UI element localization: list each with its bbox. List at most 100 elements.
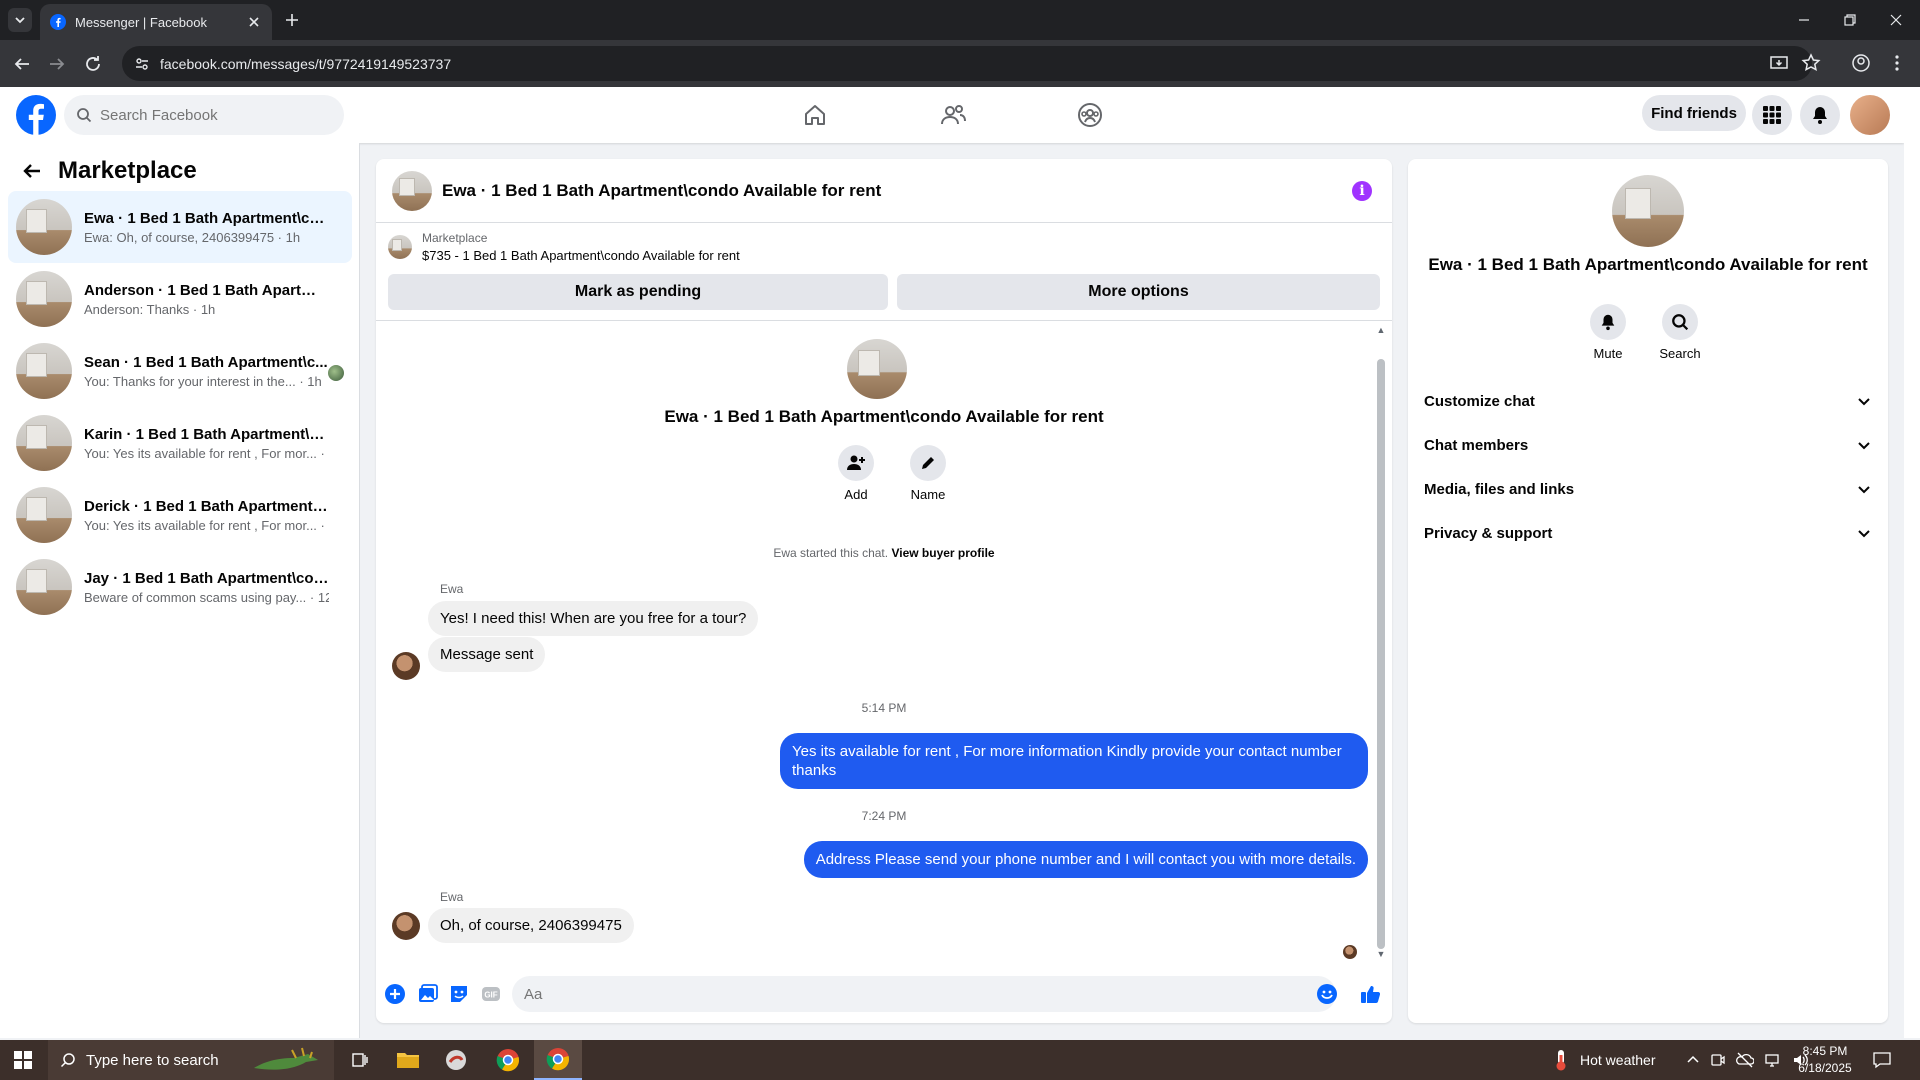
- clock[interactable]: 8:45 PM 6/18/2025: [1780, 1043, 1870, 1077]
- tab-list-button[interactable]: [8, 8, 32, 32]
- home-nav-button[interactable]: [797, 97, 833, 133]
- message-input-box[interactable]: [512, 976, 1336, 1012]
- message-timestamp: 7:24 PM: [861, 809, 907, 823]
- details-title: Ewa · 1 Bed 1 Bath Apartment\condo Avail…: [1428, 255, 1868, 274]
- address-bar[interactable]: facebook.com/messages/t/9772419149523737: [122, 46, 1812, 81]
- taskbar-search[interactable]: Type here to search: [48, 1040, 334, 1080]
- message-bubble-outgoing[interactable]: Address Please send your phone number an…: [803, 841, 1368, 878]
- plus-circle-icon[interactable]: [384, 983, 406, 1005]
- conversation-item[interactable]: Karin · 1 Bed 1 Bath Apartment\co... You:…: [8, 407, 352, 479]
- sidebar-header: Marketplace: [20, 157, 197, 185]
- message-input[interactable]: [524, 985, 1284, 1003]
- pencil-icon: [922, 457, 934, 469]
- mute-button[interactable]: Mute: [1578, 304, 1638, 361]
- reload-icon[interactable]: [82, 53, 104, 75]
- conversation-item[interactable]: Derick · 1 Bed 1 Bath Apartment\c... You:…: [8, 479, 352, 551]
- app-icon: [446, 1050, 466, 1070]
- message-bubble-incoming[interactable]: Yes! I need this! When are you free for …: [428, 601, 759, 636]
- details-thumbnail[interactable]: [1612, 175, 1684, 247]
- profile-icon[interactable]: [1850, 52, 1872, 74]
- conversation-item[interactable]: Jay · 1 Bed 1 Bath Apartment\cond... Bewa…: [8, 551, 352, 623]
- menu-button[interactable]: [1752, 95, 1792, 135]
- chrome-app[interactable]: [484, 1040, 532, 1080]
- facebook-search-input[interactable]: [100, 106, 310, 124]
- chevron-up-icon[interactable]: [1686, 1053, 1700, 1067]
- more-options-button[interactable]: More options: [897, 274, 1380, 310]
- photo-icon[interactable]: [416, 983, 438, 1005]
- privacy-support-section[interactable]: Privacy & support: [1424, 513, 1880, 553]
- sender-avatar[interactable]: [392, 912, 420, 940]
- add-people-button[interactable]: Add: [826, 445, 886, 502]
- find-friends-button[interactable]: Find friends: [1642, 95, 1746, 131]
- chrome-app-active[interactable]: [534, 1040, 582, 1080]
- conversation-item[interactable]: Ewa · 1 Bed 1 Bath Apartment\con... Ewa: …: [8, 191, 352, 263]
- meet-now-icon[interactable]: [1710, 1052, 1726, 1068]
- browser-tab[interactable]: Messenger | Facebook: [40, 4, 272, 40]
- listing-strip[interactable]: Marketplace $735 - 1 Bed 1 Bath Apartmen…: [388, 231, 740, 263]
- tab-title: Messenger | Facebook: [75, 14, 207, 30]
- info-icon[interactable]: i: [1352, 181, 1372, 201]
- chat-title[interactable]: Ewa · 1 Bed 1 Bath Apartment\condo Avail…: [442, 181, 881, 201]
- conversation-name: Derick · 1 Bed 1 Bath Apartment\c...: [84, 497, 329, 515]
- account-avatar[interactable]: [1850, 95, 1890, 135]
- conversation-item[interactable]: Anderson · 1 Bed 1 Bath Apartmen... Ander…: [8, 263, 352, 335]
- facebook-search[interactable]: [64, 95, 344, 135]
- install-app-icon[interactable]: [1768, 52, 1790, 74]
- message-bubble-incoming[interactable]: Oh, of course, 2406399475: [428, 908, 634, 943]
- chevron-down-icon: [1858, 486, 1870, 494]
- weather-text: Hot weather: [1580, 1052, 1656, 1068]
- thumbs-up-icon[interactable]: [1360, 983, 1382, 1005]
- close-tab-icon[interactable]: [246, 14, 262, 30]
- customize-chat-section[interactable]: Customize chat: [1424, 381, 1880, 421]
- emoji-icon[interactable]: [1316, 983, 1338, 1005]
- gif-icon[interactable]: GIF: [480, 983, 502, 1005]
- back-icon[interactable]: [11, 53, 33, 75]
- facebook-logo-icon[interactable]: [16, 95, 56, 135]
- start-button[interactable]: [0, 1040, 46, 1080]
- divider: [376, 320, 1392, 321]
- scroll-down-arrow[interactable]: ▼: [1376, 949, 1386, 959]
- bookmark-star-icon[interactable]: [1800, 52, 1822, 74]
- message-bubble-outgoing[interactable]: Yes its available for rent , For more in…: [780, 733, 1368, 789]
- windows-logo-icon: [14, 1051, 32, 1069]
- file-explorer-app[interactable]: [384, 1040, 432, 1080]
- weather-widget[interactable]: Hot weather: [1552, 1040, 1655, 1080]
- task-view-button[interactable]: [336, 1040, 384, 1080]
- new-tab-icon[interactable]: [282, 10, 302, 30]
- site-info-icon[interactable]: [134, 56, 150, 72]
- minimize-icon[interactable]: [1794, 10, 1814, 30]
- friends-nav-button[interactable]: [935, 97, 971, 133]
- chat-details-panel: Ewa · 1 Bed 1 Bath Apartment\condo Avail…: [1408, 159, 1888, 1023]
- mark-as-pending-button[interactable]: Mark as pending: [388, 274, 888, 310]
- menu-dots-icon[interactable]: [1886, 52, 1908, 74]
- chat-scrollbar[interactable]: [1377, 359, 1385, 949]
- forward-icon[interactable]: [46, 53, 68, 75]
- search-conversation-button[interactable]: Search: [1650, 304, 1710, 361]
- close-window-icon[interactable]: [1886, 10, 1906, 30]
- groups-nav-button[interactable]: [1072, 97, 1108, 133]
- media-files-links-section[interactable]: Media, files and links: [1424, 469, 1880, 509]
- notification-center-button[interactable]: [1872, 1040, 1892, 1080]
- scroll-up-arrow[interactable]: ▲: [1376, 325, 1386, 335]
- sticker-icon[interactable]: [448, 983, 470, 1005]
- conversation-item[interactable]: Sean · 1 Bed 1 Bath Apartment\c... You: T…: [8, 335, 352, 407]
- bell-icon: [1813, 107, 1827, 124]
- conversation-preview: Ewa: Oh, of course, 2406399475 · 1h: [84, 229, 301, 245]
- sender-avatar[interactable]: [392, 652, 420, 680]
- app-window-icon[interactable]: [432, 1040, 480, 1080]
- intro-name: Ewa · 1 Bed 1 Bath Apartment\condo Avail…: [664, 407, 1104, 426]
- restore-icon[interactable]: [1840, 10, 1860, 30]
- back-arrow-icon[interactable]: [20, 159, 44, 183]
- chat-members-section[interactable]: Chat members: [1424, 425, 1880, 465]
- onedrive-offline-icon[interactable]: [1736, 1052, 1754, 1068]
- notifications-button[interactable]: [1800, 95, 1840, 135]
- chat-thumbnail[interactable]: [392, 170, 432, 211]
- search-icon: [77, 108, 92, 123]
- groups-icon: [1078, 103, 1102, 127]
- name-chat-button[interactable]: Name: [898, 445, 958, 502]
- view-buyer-profile-link[interactable]: View buyer profile: [891, 546, 994, 560]
- message-bubble-incoming[interactable]: Message sent: [428, 637, 546, 672]
- page-scrollbar[interactable]: [1904, 87, 1920, 1038]
- message-composer: GIF: [376, 965, 1392, 1023]
- message-timestamp: 5:14 PM: [861, 701, 907, 715]
